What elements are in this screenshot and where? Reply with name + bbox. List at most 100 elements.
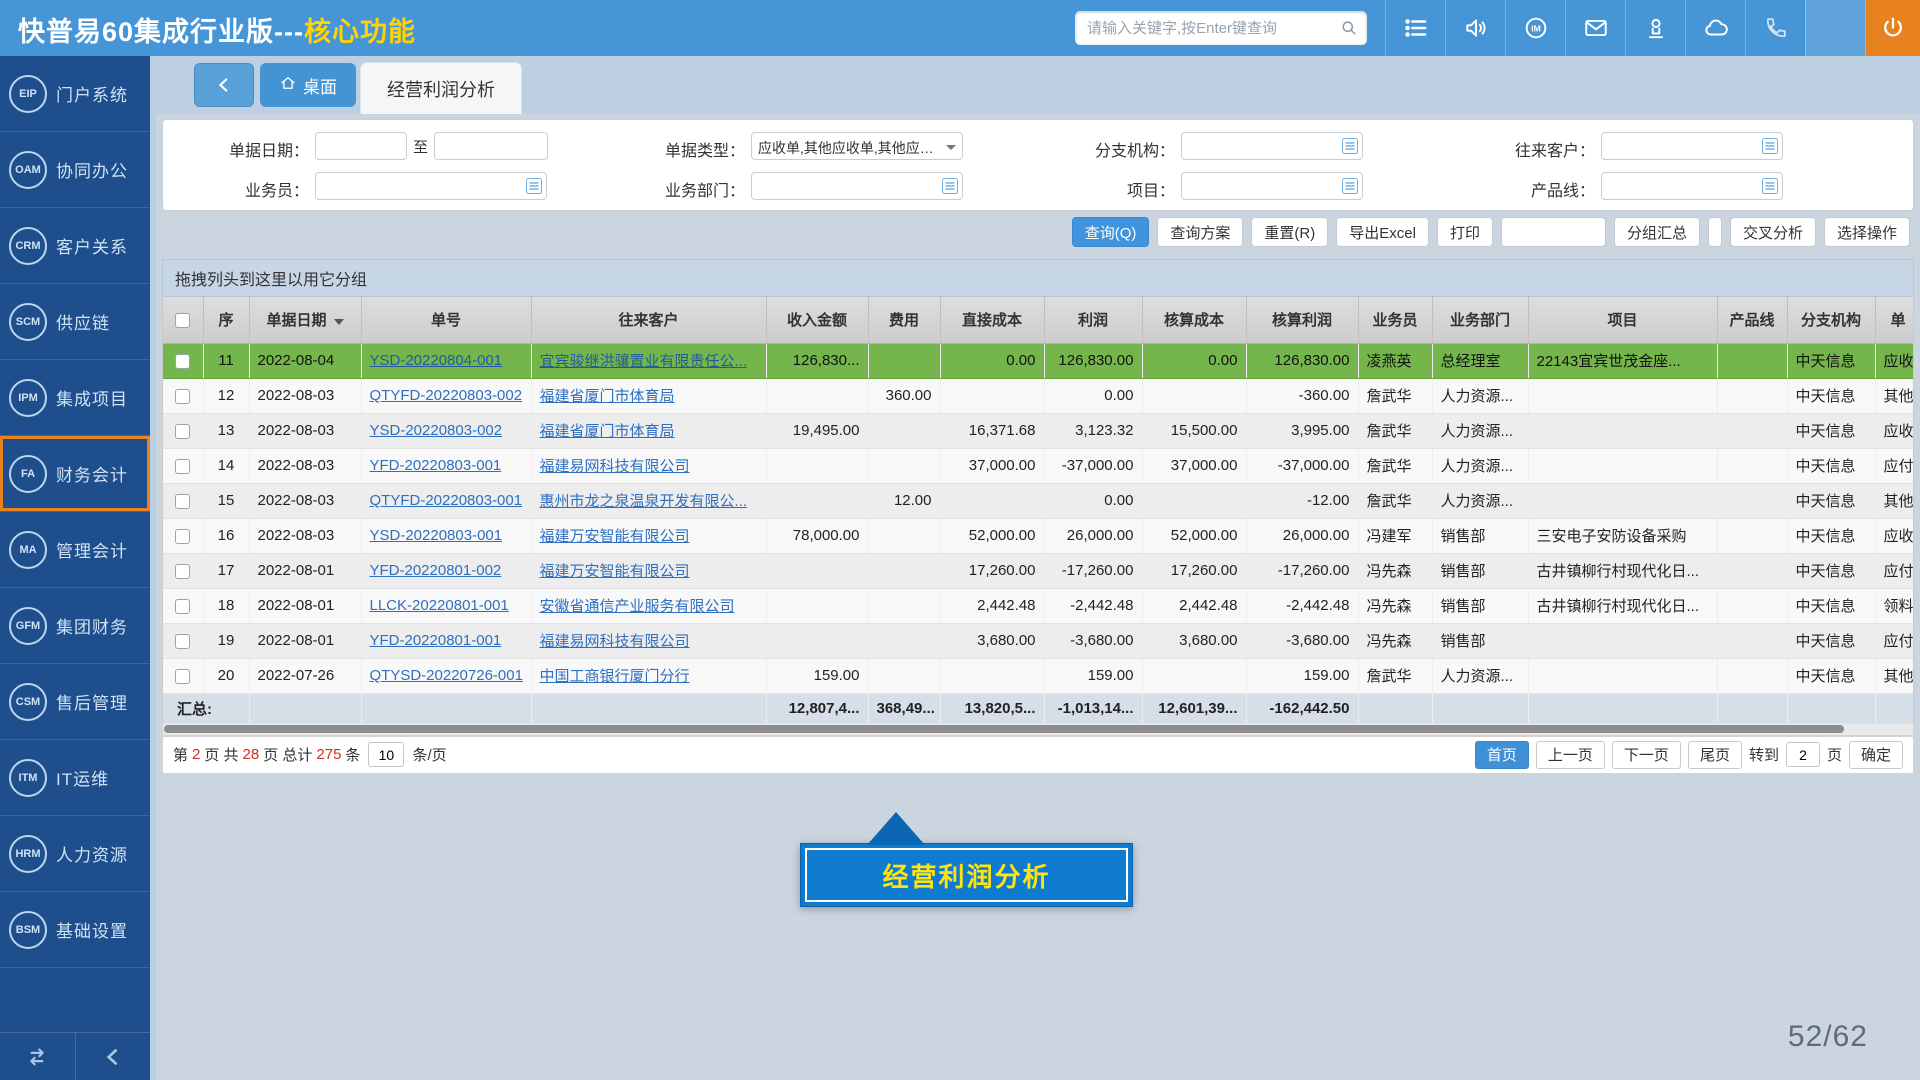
toolbar-button-分组汇总[interactable]: 分组汇总	[1614, 217, 1700, 247]
sidebar-item-csm[interactable]: CSM售后管理	[0, 664, 150, 740]
list-icon[interactable]	[1385, 0, 1445, 56]
table-row[interactable]: 142022-08-03YFD-20220803-001福建易网科技有限公司37…	[163, 448, 1914, 483]
table-row[interactable]: 202022-07-26QTYSD-20220726-001中国工商银行厦门分行…	[163, 658, 1914, 693]
tab-back-button[interactable]	[194, 63, 254, 107]
row-checkbox[interactable]	[175, 564, 190, 579]
sidebar-item-oam[interactable]: OAM协同办公	[0, 132, 150, 208]
table-row[interactable]: 162022-08-03YSD-20220803-001福建万安智能有限公司78…	[163, 518, 1914, 553]
customer-link[interactable]: 安徽省通信产业服务有限公司	[540, 598, 735, 615]
row-checkbox[interactable]	[175, 599, 190, 614]
row-checkbox[interactable]	[175, 669, 190, 684]
group-by-bar[interactable]: 拖拽列头到这里以用它分组	[162, 259, 1914, 297]
date-to-input[interactable]	[434, 132, 548, 160]
select-all-checkbox[interactable]	[175, 313, 190, 328]
cloud-icon[interactable]	[1685, 0, 1745, 56]
table-row[interactable]: 152022-08-03QTYFD-20220803-001惠州市龙之泉温泉开发…	[163, 483, 1914, 518]
lookup-icon[interactable]	[1762, 178, 1778, 194]
column-header-分支机构[interactable]: 分支机构	[1787, 297, 1875, 343]
table-row[interactable]: 112022-08-04YSD-20220804-001宜宾骏继洪骧置业有限责任…	[163, 343, 1914, 378]
row-checkbox[interactable]	[175, 634, 190, 649]
column-header-核算利润[interactable]: 核算利润	[1246, 297, 1358, 343]
tab-desktop[interactable]: 桌面	[260, 63, 356, 107]
horizontal-scrollbar[interactable]	[162, 724, 1914, 736]
goto-page-input[interactable]	[1786, 742, 1820, 767]
sidebar-item-eip[interactable]: EIP门户系统	[0, 56, 150, 132]
table-row[interactable]: 132022-08-03YSD-20220803-002福建省厦门市体育局19,…	[163, 413, 1914, 448]
swap-icon[interactable]	[0, 1033, 75, 1080]
doc-number-link[interactable]: QTYSD-20220726-001	[370, 667, 523, 684]
column-header-直接成本[interactable]: 直接成本	[940, 297, 1044, 343]
search-input[interactable]	[1085, 19, 1339, 38]
column-header-单号[interactable]: 单号	[361, 297, 531, 343]
customer-link[interactable]: 福建易网科技有限公司	[540, 633, 690, 650]
column-header-收入金额[interactable]: 收入金额	[766, 297, 868, 343]
column-header-序[interactable]: 序	[203, 297, 249, 343]
toolbar-button-选择操作[interactable]: 选择操作	[1824, 217, 1910, 247]
lookup-input[interactable]	[751, 172, 963, 200]
row-checkbox[interactable]	[175, 494, 190, 509]
goto-confirm-button[interactable]: 确定	[1849, 741, 1903, 769]
toolbar-button-查询方案[interactable]: 查询方案	[1157, 217, 1243, 247]
lookup-icon[interactable]	[942, 178, 958, 194]
im-icon[interactable]: IM	[1505, 0, 1565, 56]
sidebar-item-itm[interactable]: ITMIT运维	[0, 740, 150, 816]
sidebar-item-hrm[interactable]: HRM人力资源	[0, 816, 150, 892]
doc-number-link[interactable]: YFD-20220801-002	[370, 562, 502, 579]
row-checkbox[interactable]	[175, 424, 190, 439]
scrollbar-thumb[interactable]	[164, 725, 1844, 733]
column-header-往来客户[interactable]: 往来客户	[531, 297, 766, 343]
row-checkbox[interactable]	[175, 389, 190, 404]
page-size-input[interactable]	[368, 742, 404, 767]
customer-link[interactable]: 中国工商银行厦门分行	[540, 668, 690, 685]
table-row[interactable]: 192022-08-01YFD-20220801-001福建易网科技有限公司3,…	[163, 623, 1914, 658]
column-header-单[interactable]: 单	[1875, 297, 1914, 343]
lookup-icon[interactable]	[1342, 178, 1358, 194]
lookup-input[interactable]	[1181, 172, 1363, 200]
doc-number-link[interactable]: YSD-20220803-001	[370, 527, 503, 544]
date-from-input[interactable]	[315, 132, 407, 160]
customer-link[interactable]: 福建万安智能有限公司	[540, 563, 690, 580]
doc-type-select[interactable]: 应收单,其他应收单,其他应付单...	[751, 132, 963, 160]
sidebar-item-fa[interactable]: FA财务会计	[0, 436, 150, 512]
mail-icon[interactable]	[1565, 0, 1625, 56]
customer-link[interactable]: 惠州市龙之泉温泉开发有限公...	[540, 493, 748, 510]
table-row[interactable]: 182022-08-01LLCK-20220801-001安徽省通信产业服务有限…	[163, 588, 1914, 623]
toolbar-button-导出Excel[interactable]: 导出Excel	[1336, 217, 1429, 247]
doc-number-link[interactable]: LLCK-20220801-001	[370, 597, 509, 614]
doc-number-link[interactable]: YSD-20220803-002	[370, 422, 503, 439]
toolbar-button-重置(R)[interactable]: 重置(R)	[1251, 217, 1328, 247]
lookup-icon[interactable]	[526, 178, 542, 194]
sidebar-item-gfm[interactable]: GFM集团财务	[0, 588, 150, 664]
toolbar-blank-button[interactable]	[1501, 217, 1606, 247]
speaker-icon[interactable]	[1445, 0, 1505, 56]
lookup-icon[interactable]	[1762, 138, 1778, 154]
lookup-icon[interactable]	[1342, 138, 1358, 154]
sidebar-item-ipm[interactable]: IPM集成项目	[0, 360, 150, 436]
doc-number-link[interactable]: QTYFD-20220803-001	[370, 492, 523, 509]
column-header-费用[interactable]: 费用	[868, 297, 940, 343]
row-checkbox[interactable]	[175, 529, 190, 544]
doc-number-link[interactable]: YSD-20220804-001	[370, 352, 503, 369]
pager-button-尾页[interactable]: 尾页	[1688, 741, 1742, 769]
power-icon[interactable]	[1865, 0, 1920, 56]
phone-icon[interactable]	[1745, 0, 1805, 56]
row-checkbox[interactable]	[175, 459, 190, 474]
customer-link[interactable]: 宜宾骏继洪骧置业有限责任公...	[540, 353, 748, 370]
column-header-单据日期[interactable]: 单据日期	[249, 297, 361, 343]
collapse-left-icon[interactable]	[75, 1033, 151, 1080]
pager-button-下一页[interactable]: 下一页	[1612, 741, 1681, 769]
customer-link[interactable]: 福建万安智能有限公司	[540, 528, 690, 545]
customer-link[interactable]: 福建省厦门市体育局	[540, 423, 675, 440]
lookup-input[interactable]	[1601, 172, 1783, 200]
sidebar-item-bsm[interactable]: BSM基础设置	[0, 892, 150, 968]
table-row[interactable]: 172022-08-01YFD-20220801-002福建万安智能有限公司17…	[163, 553, 1914, 588]
pager-button-上一页[interactable]: 上一页	[1536, 741, 1605, 769]
lookup-input[interactable]	[1181, 132, 1363, 160]
sidebar-item-ma[interactable]: MA管理会计	[0, 512, 150, 588]
table-row[interactable]: 122022-08-03QTYFD-20220803-002福建省厦门市体育局3…	[163, 378, 1914, 413]
column-header-项目[interactable]: 项目	[1528, 297, 1717, 343]
column-header-核算成本[interactable]: 核算成本	[1142, 297, 1246, 343]
tab-active[interactable]: 经营利润分析	[360, 62, 522, 114]
pager-button-首页[interactable]: 首页	[1475, 741, 1529, 769]
doc-number-link[interactable]: YFD-20220801-001	[370, 632, 502, 649]
